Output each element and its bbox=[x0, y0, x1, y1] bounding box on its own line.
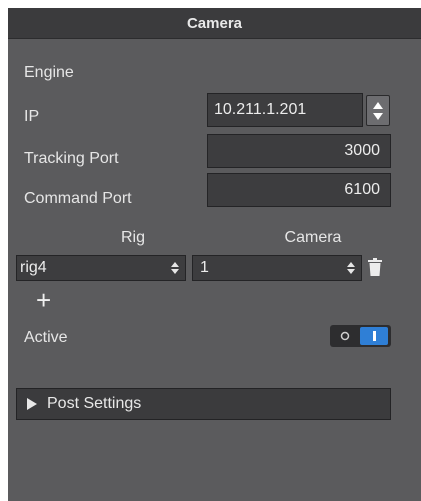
command-port-label: Command Port bbox=[24, 190, 132, 207]
camera-column-header: Camera bbox=[284, 229, 342, 246]
active-label: Active bbox=[24, 329, 68, 346]
camera-panel: Camera Engine IP 10.211.1.201 Tracking P… bbox=[8, 8, 421, 501]
toggle-on-indicator bbox=[360, 327, 388, 345]
rig-select[interactable]: rig4 bbox=[16, 255, 186, 281]
post-settings-label: Post Settings bbox=[47, 395, 142, 412]
toggle-off-icon bbox=[340, 331, 350, 341]
ip-value: 10.211.1.201 bbox=[214, 101, 307, 118]
add-row-button[interactable]: + bbox=[36, 287, 51, 313]
trash-icon[interactable] bbox=[368, 258, 382, 276]
tracking-port-input[interactable]: 3000 bbox=[207, 134, 391, 168]
ip-label: IP bbox=[24, 108, 40, 125]
engine-section-label: Engine bbox=[24, 64, 74, 81]
toggle-on-icon bbox=[372, 331, 376, 341]
post-settings-section[interactable]: Post Settings bbox=[16, 388, 391, 420]
ip-input[interactable]: 10.211.1.201 bbox=[207, 93, 363, 127]
tracking-port-value: 3000 bbox=[344, 142, 380, 159]
triangle-right-icon bbox=[27, 398, 37, 410]
rig-select-value: rig4 bbox=[20, 259, 47, 276]
select-arrows-icon bbox=[171, 262, 179, 274]
ip-spinner[interactable] bbox=[366, 95, 390, 126]
command-port-input[interactable]: 6100 bbox=[207, 173, 391, 207]
command-port-value: 6100 bbox=[344, 181, 380, 198]
rig-column-header: Rig bbox=[120, 229, 145, 246]
select-arrows-icon bbox=[347, 262, 355, 274]
tracking-port-label: Tracking Port bbox=[24, 150, 119, 167]
camera-select-value: 1 bbox=[200, 259, 209, 276]
up-down-arrows-icon bbox=[373, 101, 383, 120]
active-toggle[interactable] bbox=[330, 325, 391, 347]
camera-select[interactable]: 1 bbox=[192, 255, 362, 281]
panel-title: Camera bbox=[186, 14, 243, 32]
panel-header: Camera bbox=[8, 8, 421, 39]
